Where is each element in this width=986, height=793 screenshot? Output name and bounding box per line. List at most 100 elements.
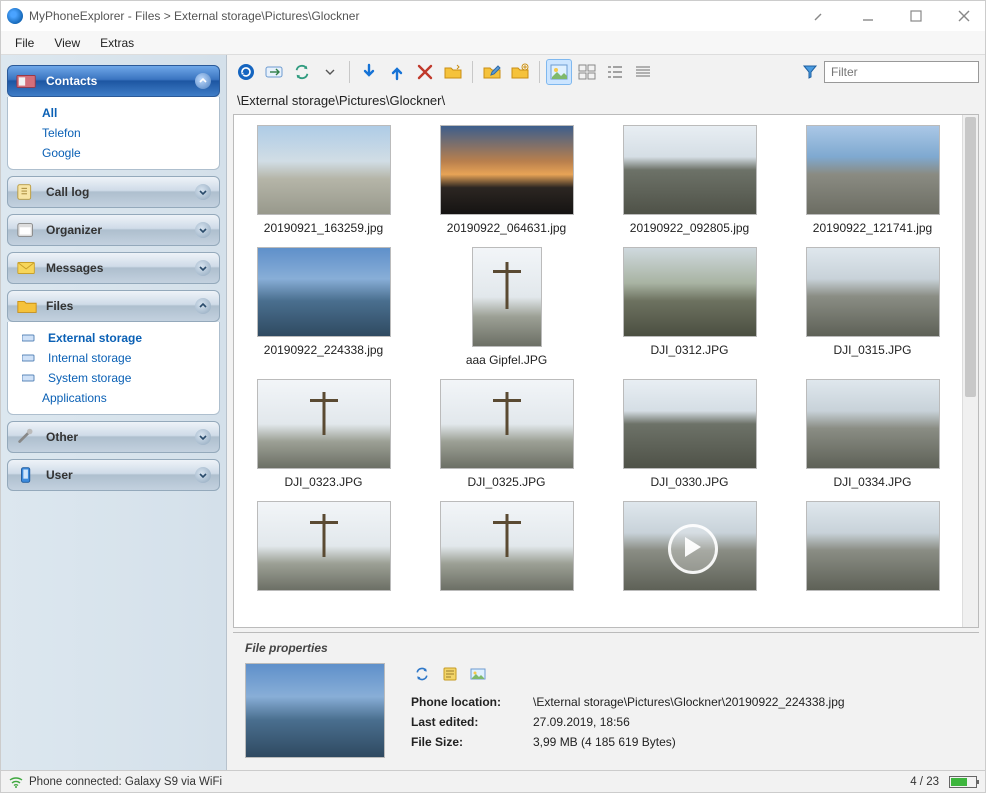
files-item-external[interactable]: External storage [18,328,209,348]
separator [349,61,350,83]
file-item[interactable]: aaa Gipfel.JPG [437,247,577,367]
files-item-internal[interactable]: Internal storage [18,348,209,368]
sidebar-messages[interactable]: Messages [7,252,220,284]
sidebar-files[interactable]: Files [7,290,220,322]
open-folder-button[interactable] [479,59,505,85]
file-item[interactable] [803,501,943,591]
sidebar-organizer[interactable]: Organizer [7,214,220,246]
view-small-icons[interactable] [574,59,600,85]
file-item[interactable]: 20190922_092805.jpg [620,125,760,235]
contacts-item-google[interactable]: Google [18,143,209,163]
properties-title: File properties [245,641,967,655]
expand-icon [195,260,211,276]
view-details[interactable] [630,59,656,85]
file-item[interactable]: 20190922_224338.jpg [254,247,394,367]
filter-icon [802,64,818,80]
filter-input[interactable] [824,61,979,83]
contacts-item-all[interactable]: All [18,103,209,123]
menu-file[interactable]: File [7,33,42,53]
sidebar: Contacts All Telefon Google Call log Org… [1,55,227,770]
status-bar: Phone connected: Galaxy S9 via WiFi 4 / … [1,770,985,792]
menu-extras[interactable]: Extras [92,33,142,53]
thumbnail [623,125,757,215]
file-name: DJI_0312.JPG [650,343,728,357]
sync2-button[interactable] [289,59,315,85]
preview-thumb [245,663,395,758]
download-button[interactable] [356,59,382,85]
prop-edit-button[interactable] [467,663,489,685]
thumbnail [257,125,391,215]
contacts-item-telefon[interactable]: Telefon [18,123,209,143]
sidebar-user-label: User [46,468,73,482]
sidebar-contacts-label: Contacts [46,74,97,88]
sidebar-other-label: Other [46,430,78,444]
sync-button[interactable] [261,59,287,85]
file-item[interactable] [437,501,577,591]
scrollbar[interactable] [962,115,978,627]
sidebar-calllog[interactable]: Call log [7,176,220,208]
thumbnail [623,247,757,337]
prop-edited-value: 27.09.2019, 18:56 [533,715,630,729]
contacts-icon [16,72,38,90]
thumbnail [806,501,940,591]
file-item[interactable] [620,501,760,591]
properties-panel: File properties Phone location:\External… [233,632,979,768]
view-large-icons[interactable] [546,59,572,85]
messages-icon [16,259,38,277]
upload-button[interactable] [384,59,410,85]
file-name: DJI_0334.JPG [833,475,911,489]
sidebar-messages-label: Messages [46,261,103,275]
file-item[interactable]: DJI_0312.JPG [620,247,760,367]
calllog-icon [16,183,38,201]
file-name: 20190922_224338.jpg [264,343,383,357]
add-folder-button[interactable] [507,59,533,85]
toolbar [227,55,985,89]
file-item[interactable]: DJI_0315.JPG [803,247,943,367]
dropdown-button[interactable] [317,59,343,85]
sidebar-files-label: Files [46,299,73,313]
sidebar-contacts[interactable]: Contacts [7,65,220,97]
scrollbar-thumb[interactable] [965,117,976,397]
file-name: 20190922_092805.jpg [630,221,749,235]
app-icon [7,8,23,24]
delete-button[interactable] [412,59,438,85]
view-list[interactable] [602,59,628,85]
expand-icon [195,184,211,200]
window-titlebar: MyPhoneExplorer - Files > External stora… [1,1,985,31]
menu-view[interactable]: View [46,33,88,53]
file-item[interactable] [254,501,394,591]
sidebar-user[interactable]: User [7,459,220,491]
minimize-button[interactable] [805,5,835,27]
expand-icon [195,467,211,483]
files-item-system[interactable]: System storage [18,368,209,388]
file-item[interactable]: DJI_0325.JPG [437,379,577,489]
file-item[interactable]: 20190921_163259.jpg [254,125,394,235]
thumbnail [623,501,757,591]
file-item[interactable]: DJI_0334.JPG [803,379,943,489]
refresh-button[interactable] [233,59,259,85]
file-item[interactable]: 20190922_121741.jpg [803,125,943,235]
wifi-icon [9,776,23,788]
file-name: DJI_0315.JPG [833,343,911,357]
window-title: MyPhoneExplorer - Files > External stora… [29,9,805,23]
file-name: DJI_0325.JPG [467,475,545,489]
hide-button[interactable] [853,5,883,27]
thumbnail [806,125,940,215]
prop-refresh-button[interactable] [411,663,433,685]
maximize-button[interactable] [901,5,931,27]
file-item[interactable]: DJI_0330.JPG [620,379,760,489]
thumbnail [440,379,574,469]
close-button[interactable] [949,5,979,27]
file-name: 20190921_163259.jpg [264,221,383,235]
sidebar-other[interactable]: Other [7,421,220,453]
prop-open-button[interactable] [439,663,461,685]
thumbnail [806,379,940,469]
file-name: 20190922_064631.jpg [447,221,566,235]
thumbnail [257,247,391,337]
file-item[interactable]: DJI_0323.JPG [254,379,394,489]
new-folder-button[interactable] [440,59,466,85]
prop-size-value: 3,99 MB (4 185 619 Bytes) [533,735,676,749]
files-item-applications[interactable]: Applications [18,388,209,408]
prop-location-label: Phone location: [411,695,521,709]
file-item[interactable]: 20190922_064631.jpg [437,125,577,235]
